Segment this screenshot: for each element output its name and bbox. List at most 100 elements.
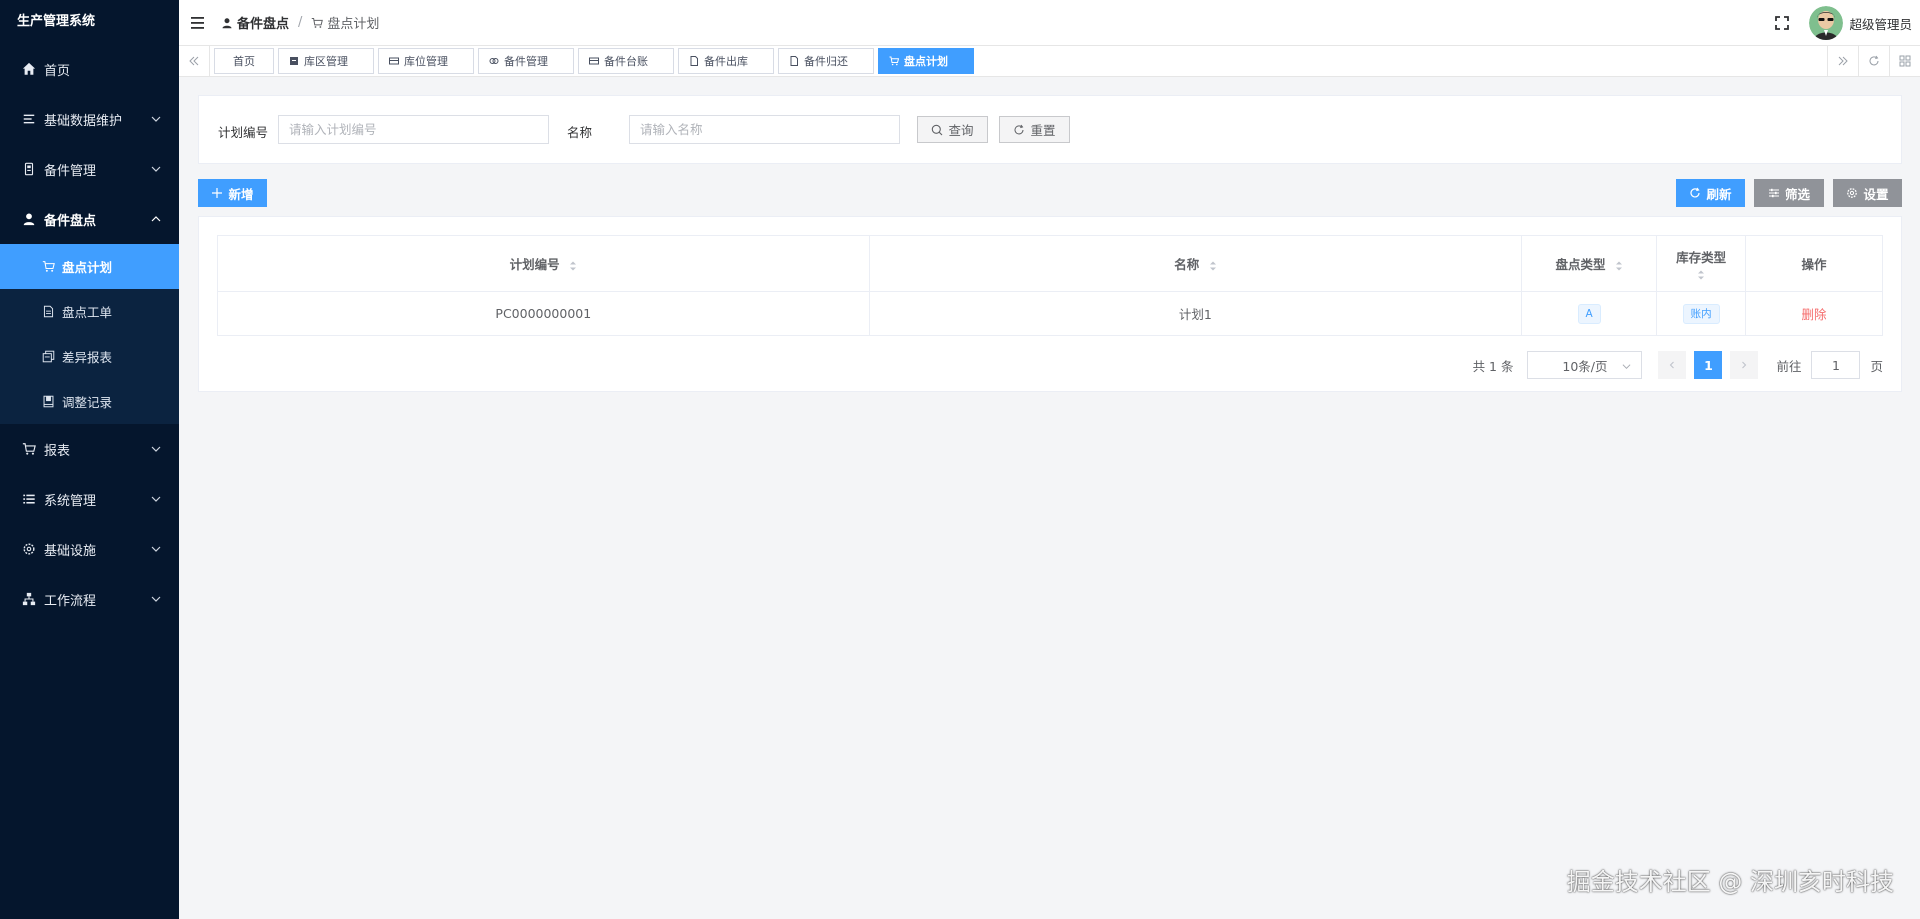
tag-label: 库区管理: [304, 55, 348, 68]
sidebar-item-infrastructure[interactable]: 基础设施: [0, 524, 179, 574]
tag-count-plan[interactable]: 盘点计划: [878, 48, 974, 74]
page-size-select[interactable]: 10条/页: [1527, 351, 1643, 379]
column-header-plan-no[interactable]: 计划编号: [217, 235, 870, 292]
sidebar-item-label: 工作流程: [44, 593, 97, 609]
add-button[interactable]: 新增: [198, 179, 267, 207]
sidebar-item-workflow[interactable]: 工作流程: [0, 574, 179, 624]
sort-icon[interactable]: [1615, 260, 1623, 272]
refresh-icon: [1015, 124, 1024, 134]
sort-icon[interactable]: [569, 260, 577, 272]
watermark: 掘金技术社区 @ 深圳亥时科技: [1566, 868, 1894, 896]
sidebar-item-inventory-count[interactable]: 备件盘点: [0, 194, 179, 244]
query-button[interactable]: 查询: [917, 116, 988, 143]
column-label: 盘点类型: [1555, 257, 1606, 272]
sidebar-item-count-plan[interactable]: 盘点计划: [0, 244, 179, 289]
column-label: 名称: [1174, 257, 1200, 272]
tag-area-mgmt[interactable]: 库区管理: [278, 48, 374, 74]
plan-no-input[interactable]: [278, 115, 549, 144]
parts-icon: [22, 162, 36, 176]
settings-button[interactable]: 设置: [1833, 179, 1902, 207]
tags-refresh-button[interactable]: [1858, 46, 1889, 76]
tags-menu-button[interactable]: [1889, 46, 1920, 76]
refresh-icon: [1869, 55, 1879, 66]
sidebar-item-count-order[interactable]: 盘点工单: [0, 289, 179, 334]
tag-location-mgmt[interactable]: 库位管理: [378, 48, 474, 74]
table-row[interactable]: PC0000000001 计划1 A 账内 删除: [217, 291, 1883, 336]
link-icon: [489, 58, 499, 64]
chevron-down-icon: [151, 446, 161, 452]
next-page-button[interactable]: [1730, 351, 1759, 379]
page-size-value: 10条/页: [1562, 358, 1608, 374]
gear-icon: [1847, 188, 1858, 198]
tag-parts-return[interactable]: 备件归还: [778, 48, 874, 74]
button-label: 重置: [1030, 123, 1056, 138]
sort-icon[interactable]: [1209, 260, 1217, 272]
cart-icon: [22, 442, 36, 456]
sidebar-item-reports[interactable]: 报表: [0, 424, 179, 474]
tag-label: 盘点计划: [904, 55, 948, 68]
archive-icon: [290, 57, 298, 65]
sidebar-item-home[interactable]: 首页: [0, 44, 179, 94]
sidebar-item-system[interactable]: 系统管理: [0, 474, 179, 524]
breadcrumb-item-parent[interactable]: 备件盘点: [221, 13, 289, 32]
fullscreen-icon[interactable]: [1775, 16, 1790, 30]
prev-page-button[interactable]: [1658, 351, 1687, 379]
filter-button[interactable]: 筛选: [1754, 179, 1824, 207]
tag-parts-mgmt[interactable]: 备件管理: [478, 48, 574, 74]
delete-link[interactable]: 删除: [1802, 307, 1827, 322]
username[interactable]: 超级管理员: [1849, 14, 1912, 33]
hamburger-icon[interactable]: [191, 16, 207, 30]
plus-icon: [212, 188, 223, 198]
doc-icon: [42, 305, 55, 318]
chevron-down-icon: [151, 546, 161, 552]
card-icon: [589, 57, 599, 65]
sidebar-item-label: 基础数据维护: [44, 113, 123, 129]
sidebar-item-label: 调整记录: [62, 395, 113, 410]
tag-home[interactable]: 首页: [214, 48, 274, 74]
sidebar-item-parts[interactable]: 备件管理: [0, 144, 179, 194]
sort-icon[interactable]: [1697, 269, 1705, 281]
cell-count-type: A: [1521, 291, 1658, 336]
top-header: 备件盘点 / 盘点计划 超级管理员: [179, 0, 1920, 46]
column-header-stock-type[interactable]: 库存类型: [1656, 235, 1747, 292]
tag-parts-outbound[interactable]: 备件出库: [678, 48, 774, 74]
chevron-left-icon: [1670, 361, 1675, 369]
tags-scroll-right-button[interactable]: [1827, 46, 1858, 76]
menu-icon: [22, 492, 36, 506]
doc-icon: [690, 56, 698, 66]
cell-action: 删除: [1745, 291, 1883, 336]
double-chevron-left-icon: [189, 56, 199, 66]
sidebar-item-label: 备件盘点: [44, 213, 97, 229]
tag-parts-ledger[interactable]: 备件台账: [578, 48, 674, 74]
goto-page-input[interactable]: [1811, 351, 1861, 379]
avatar[interactable]: [1809, 6, 1844, 40]
flow-icon: [22, 592, 36, 606]
breadcrumb-item-current: 盘点计划: [311, 13, 379, 32]
cell-stock-type: 账内: [1656, 291, 1747, 336]
refresh-button[interactable]: 刷新: [1676, 179, 1745, 207]
goto-label: 前往: [1776, 358, 1802, 374]
reset-button[interactable]: 重置: [999, 116, 1070, 143]
name-label: 名称: [567, 125, 593, 140]
stock-type-badge: 账内: [1682, 303, 1720, 324]
grid-icon: [1899, 55, 1911, 67]
cell-plan-no: PC0000000001: [217, 291, 870, 336]
cart-icon: [889, 56, 899, 66]
sidebar-item-basic-data[interactable]: 基础数据维护: [0, 94, 179, 144]
sidebar-item-adjust-record[interactable]: 调整记录: [0, 379, 179, 424]
tags-scroll-left-button[interactable]: [179, 46, 210, 76]
book-icon: [42, 395, 55, 408]
chevron-down-icon: [151, 166, 161, 172]
gear-icon: [22, 542, 36, 556]
column-header-count-type[interactable]: 盘点类型: [1521, 235, 1658, 292]
list-icon: [22, 112, 36, 126]
tags-list: 首页 库区管理 库位管理 备件管理 备件台账 备件出库 备件归还 盘点计划: [214, 46, 978, 76]
name-input[interactable]: [629, 115, 900, 144]
tag-label: 库位管理: [404, 55, 448, 68]
page-number-current[interactable]: 1: [1694, 351, 1723, 379]
tags-actions: [1827, 46, 1920, 76]
user-icon: [22, 212, 36, 226]
sidebar-item-diff-report[interactable]: 差异报表: [0, 334, 179, 379]
breadcrumb-label: 盘点计划: [327, 17, 380, 32]
column-header-name[interactable]: 名称: [868, 235, 1523, 292]
